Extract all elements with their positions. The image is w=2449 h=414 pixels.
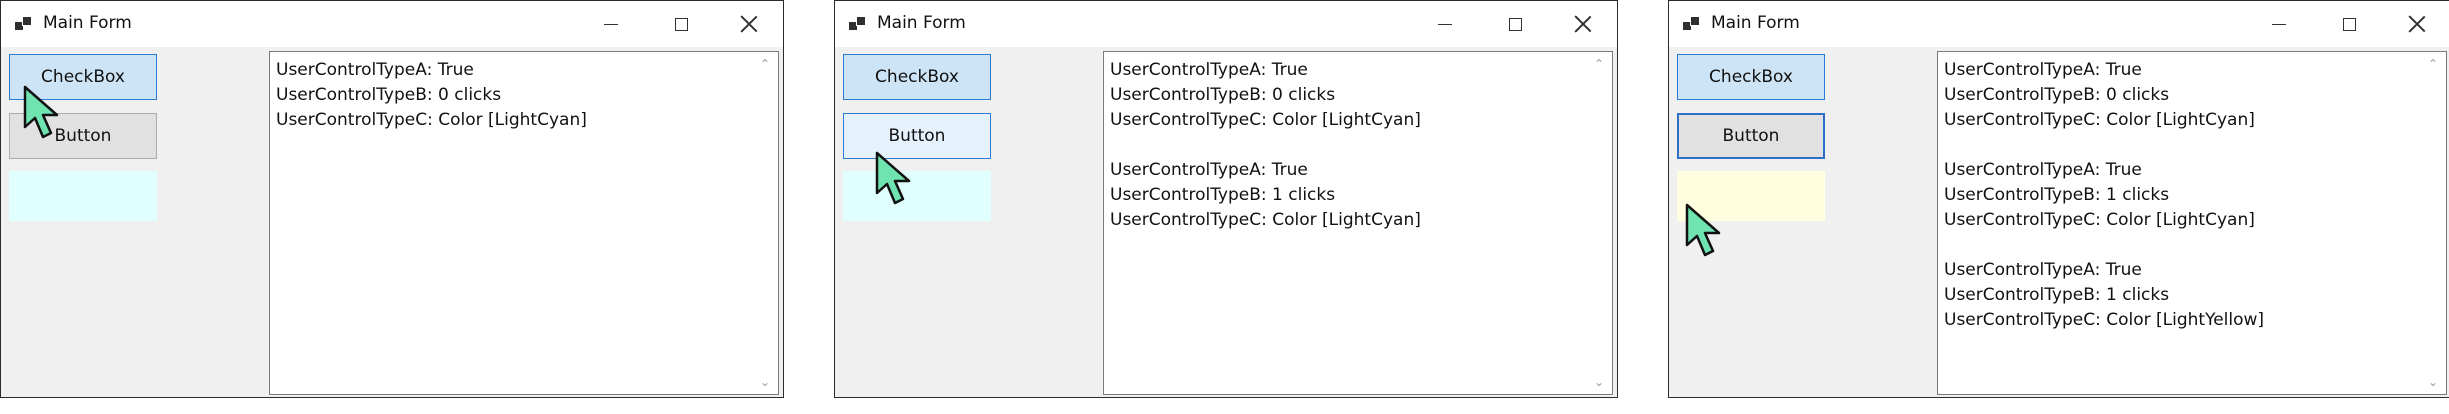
output-line: UserControlTypeB: 0 clicks [276, 85, 502, 105]
scroll-down-icon[interactable]: ⌄ [1593, 376, 1605, 388]
main-form-window: Main Form CheckBox Button UserControlTyp… [0, 0, 784, 398]
app-icon [1683, 16, 1701, 32]
scroll-down-icon[interactable]: ⌄ [759, 376, 771, 388]
vertical-scrollbar[interactable]: ⌃ ⌄ [2421, 52, 2446, 394]
maximize-icon [1508, 17, 1522, 31]
output-line: UserControlTypeA: True [1110, 160, 1308, 180]
vertical-scrollbar[interactable]: ⌃ ⌄ [1587, 52, 1612, 394]
window-title: Main Form [877, 13, 966, 33]
color-swatch [9, 171, 157, 221]
output-textbox[interactable]: UserControlTypeA: True UserControlTypeB:… [269, 51, 779, 395]
close-icon [740, 15, 758, 33]
main-form-window: Main Form CheckBox Button UserControlTyp… [834, 0, 1618, 398]
mouse-cursor-icon [875, 151, 911, 205]
output-lines: UserControlTypeA: True UserControlTypeB:… [1944, 58, 2264, 333]
minimize-button[interactable] [2245, 1, 2313, 47]
mouse-cursor-icon [1685, 203, 1721, 257]
title-bar[interactable]: Main Form [835, 1, 1617, 47]
checkbox-button[interactable]: CheckBox [843, 54, 991, 100]
close-icon [1574, 15, 1592, 33]
output-line: UserControlTypeA: True [276, 60, 474, 80]
main-form-window: Main Form CheckBox Button UserControlTyp… [1668, 0, 2449, 398]
output-line: UserControlTypeB: 0 clicks [1944, 85, 2170, 105]
mouse-cursor-icon [23, 85, 59, 139]
maximize-button[interactable] [2315, 1, 2383, 47]
window-title: Main Form [43, 13, 132, 33]
output-line: UserControlTypeB: 1 clicks [1110, 185, 1336, 205]
maximize-icon [674, 17, 688, 31]
output-line: UserControlTypeA: True [1944, 60, 2142, 80]
scroll-up-icon[interactable]: ⌃ [1593, 58, 1605, 70]
output-line: UserControlTypeC: Color [LightCyan] [1110, 210, 1421, 230]
output-textbox[interactable]: UserControlTypeA: True UserControlTypeB:… [1937, 51, 2447, 395]
close-button[interactable] [2383, 1, 2449, 47]
maximize-button[interactable] [1481, 1, 1549, 47]
minimize-icon [2272, 23, 2286, 25]
title-bar[interactable]: Main Form [1669, 1, 2449, 47]
output-line: UserControlTypeB: 1 clicks [1944, 285, 2170, 305]
output-line: UserControlTypeC: Color [LightCyan] [276, 110, 587, 130]
output-line: UserControlTypeA: True [1944, 160, 2142, 180]
vertical-scrollbar[interactable]: ⌃ ⌄ [753, 52, 778, 394]
minimize-button[interactable] [1411, 1, 1479, 47]
app-icon [849, 16, 867, 32]
maximize-icon [2342, 17, 2356, 31]
output-line: UserControlTypeC: Color [LightYellow] [1944, 310, 2265, 330]
output-lines: UserControlTypeA: True UserControlTypeB:… [276, 58, 587, 133]
output-line: UserControlTypeC: Color [LightCyan] [1110, 110, 1421, 130]
minimize-icon [1438, 23, 1452, 25]
app-icon [15, 16, 33, 32]
minimize-button[interactable] [577, 1, 645, 47]
maximize-button[interactable] [647, 1, 715, 47]
output-line: UserControlTypeC: Color [LightCyan] [1944, 110, 2255, 130]
output-line: UserControlTypeB: 0 clicks [1110, 85, 1336, 105]
client-area: CheckBox Button UserControlTypeA: True U… [835, 47, 1617, 397]
scroll-down-icon[interactable]: ⌄ [2427, 376, 2439, 388]
scroll-up-icon[interactable]: ⌃ [2427, 58, 2439, 70]
output-line: UserControlTypeA: True [1110, 60, 1308, 80]
window-title: Main Form [1711, 13, 1800, 33]
output-line: UserControlTypeA: True [1944, 260, 2142, 280]
close-button[interactable] [1549, 1, 1617, 47]
client-area: CheckBox Button UserControlTypeA: True U… [1, 47, 783, 397]
close-button[interactable] [715, 1, 783, 47]
output-lines: UserControlTypeA: True UserControlTypeB:… [1110, 58, 1421, 233]
output-textbox[interactable]: UserControlTypeA: True UserControlTypeB:… [1103, 51, 1613, 395]
scroll-up-icon[interactable]: ⌃ [759, 58, 771, 70]
output-line: UserControlTypeC: Color [LightCyan] [1944, 210, 2255, 230]
close-icon [2408, 15, 2426, 33]
title-bar[interactable]: Main Form [1, 1, 783, 47]
client-area: CheckBox Button UserControlTypeA: True U… [1669, 47, 2449, 397]
button-control[interactable]: Button [1677, 113, 1825, 159]
minimize-icon [604, 23, 618, 25]
output-line: UserControlTypeB: 1 clicks [1944, 185, 2170, 205]
checkbox-button[interactable]: CheckBox [1677, 54, 1825, 100]
